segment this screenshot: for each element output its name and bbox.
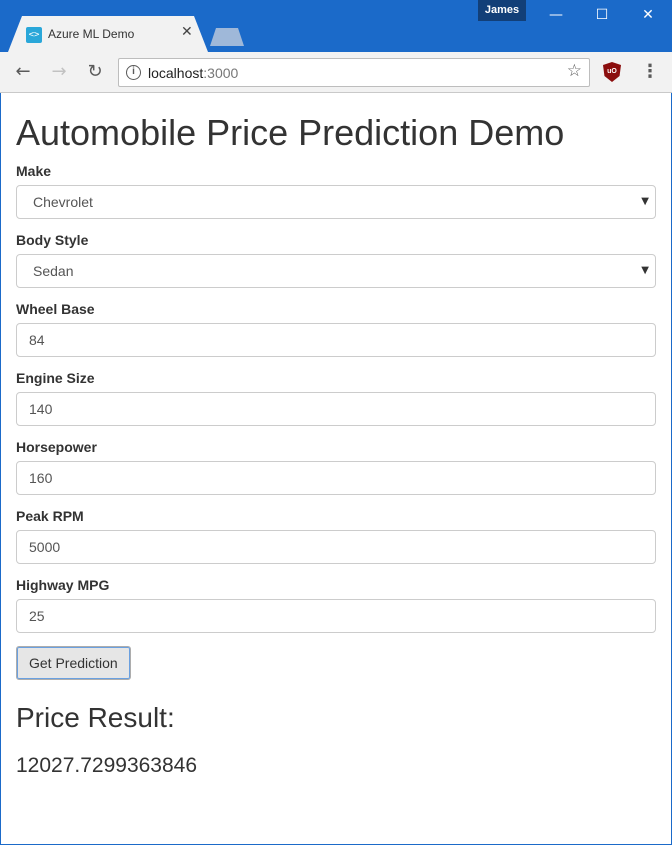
horsepower-input[interactable]: 160 (16, 461, 656, 495)
horsepower-label: Horsepower (16, 439, 97, 455)
tab-close-icon[interactable]: ✕ (181, 24, 193, 40)
url-text: localhost:3000 (148, 65, 238, 81)
url-host: localhost (148, 65, 204, 81)
engine-size-input[interactable]: 140 (16, 392, 656, 426)
price-result-value: 12027.7299363846 (16, 754, 198, 777)
url-port: :3000 (203, 65, 239, 81)
peak-rpm-label: Peak RPM (16, 508, 84, 524)
highway-mpg-field: Highway MPG 25 (16, 577, 656, 633)
body-style-select[interactable]: Sedan ▼ (16, 254, 656, 288)
browser-menu-icon[interactable]: ⋮ (640, 60, 660, 84)
tab-title: Azure ML Demo (48, 27, 135, 41)
wheel-base-input[interactable]: 84 (16, 323, 656, 357)
window-border-left (0, 93, 1, 845)
reload-icon[interactable]: ↻ (83, 60, 107, 84)
body-style-field: Body Style Sedan ▼ (16, 232, 656, 288)
minimize-button[interactable]: — (533, 0, 579, 30)
ublock-extension-icon[interactable]: uO (603, 62, 621, 82)
back-arrow-icon[interactable]: ← (11, 60, 35, 84)
dropdown-caret-icon: ▼ (641, 265, 649, 276)
close-window-button[interactable]: ✕ (625, 0, 671, 30)
make-select-value: Chevrolet (33, 194, 93, 210)
forward-arrow-icon[interactable]: → (47, 60, 71, 84)
page-content: Automobile Price Prediction Demo Make Ch… (16, 93, 656, 778)
browser-toolbar: ← → ↻ i localhost:3000 ☆ uO ⋮ (0, 52, 672, 93)
engine-size-field: Engine Size 140 (16, 370, 656, 426)
engine-size-label: Engine Size (16, 370, 95, 386)
profile-button[interactable]: James (478, 0, 526, 21)
info-icon[interactable]: i (126, 65, 141, 80)
body-style-select-value: Sedan (33, 263, 74, 279)
wheel-base-field: Wheel Base 84 (16, 301, 656, 357)
new-tab-button[interactable] (210, 28, 244, 46)
prediction-form: Make Chevrolet ▼ Body Style Sedan ▼ Wheel … (16, 163, 656, 680)
body-style-label: Body Style (16, 232, 89, 248)
highway-mpg-label: Highway MPG (16, 577, 110, 593)
make-select[interactable]: Chevrolet ▼ (16, 185, 656, 219)
wheel-base-label: Wheel Base (16, 301, 95, 317)
bookmark-star-icon[interactable]: ☆ (567, 61, 582, 81)
peak-rpm-input[interactable]: 5000 (16, 530, 656, 564)
make-label: Make (16, 163, 52, 179)
window-titlebar: James — ☐ ✕ <> Azure ML Demo ✕ (0, 0, 672, 52)
azure-ml-favicon-icon: <> (26, 27, 42, 43)
dropdown-caret-icon: ▼ (641, 196, 649, 207)
page-title: Automobile Price Prediction Demo (16, 112, 565, 153)
make-field: Make Chevrolet ▼ (16, 163, 656, 219)
horsepower-field: Horsepower 160 (16, 439, 656, 495)
peak-rpm-field: Peak RPM 5000 (16, 508, 656, 564)
address-bar[interactable]: i localhost:3000 ☆ (118, 58, 590, 87)
price-result-heading: Price Result: (16, 702, 175, 733)
get-prediction-button[interactable]: Get Prediction (16, 646, 131, 680)
maximize-button[interactable]: ☐ (579, 0, 625, 30)
highway-mpg-input[interactable]: 25 (16, 599, 656, 633)
browser-tab[interactable]: <> Azure ML Demo ✕ (8, 16, 208, 52)
